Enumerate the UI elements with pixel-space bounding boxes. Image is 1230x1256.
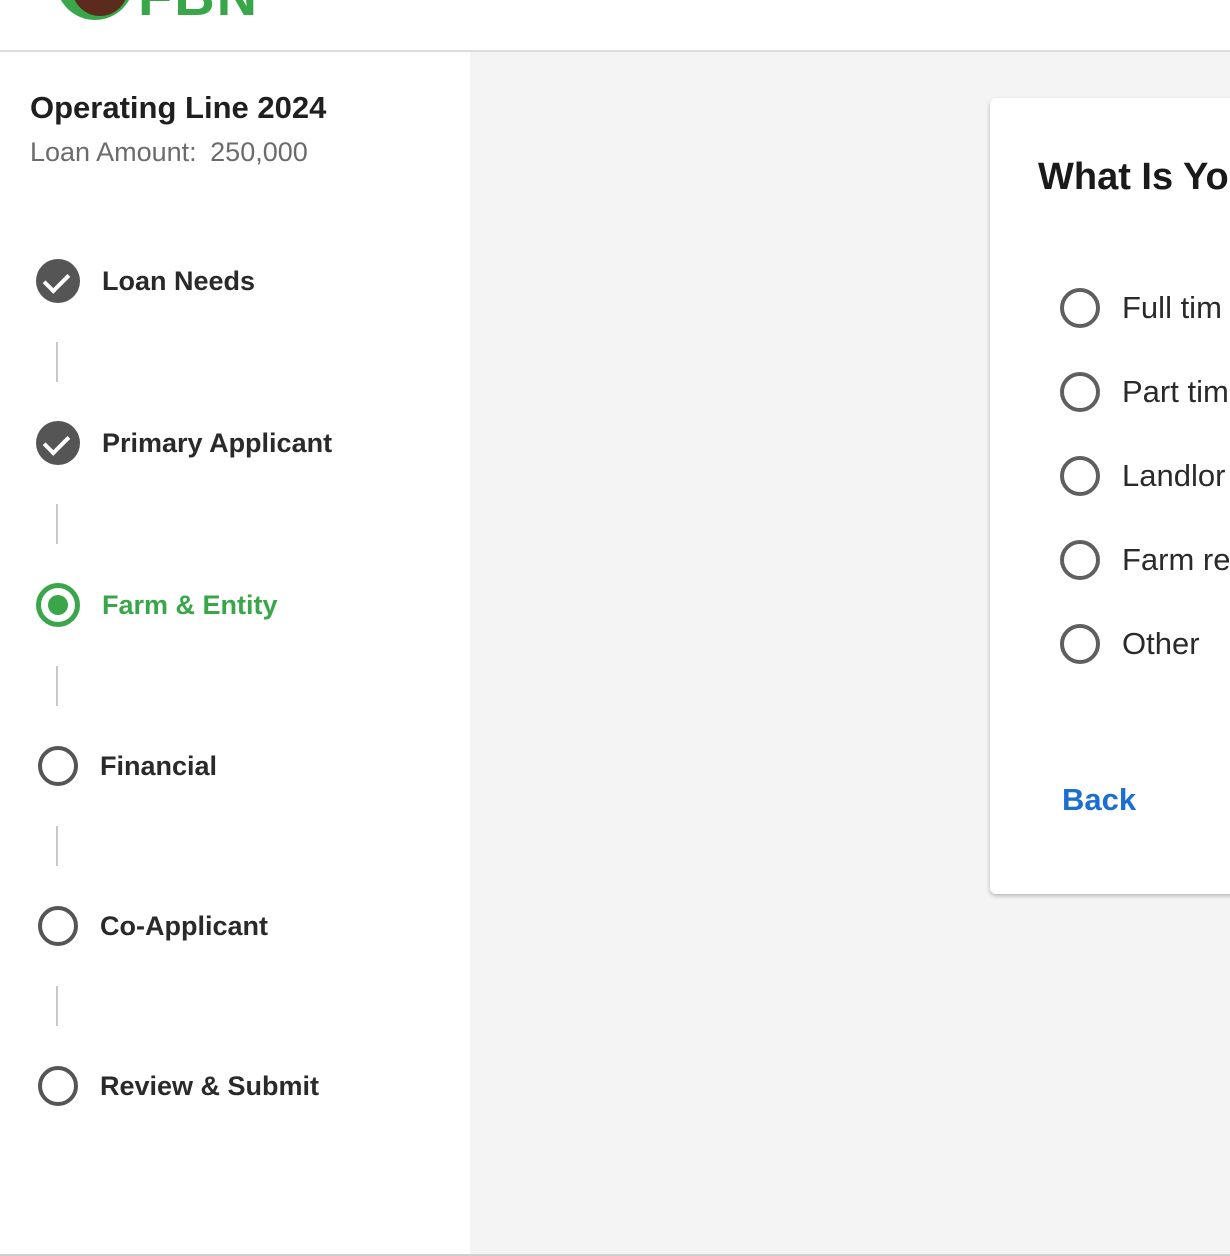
step-review-submit[interactable]: Review & Submit bbox=[36, 1064, 319, 1108]
fbn-logo[interactable]: FBN bbox=[56, 0, 259, 24]
back-button[interactable]: Back bbox=[1062, 782, 1136, 818]
empty-circle-icon bbox=[38, 1066, 78, 1106]
logo-mark-icon bbox=[56, 0, 134, 20]
option-label: Other bbox=[1122, 626, 1200, 661]
step-label: Co-Applicant bbox=[100, 910, 268, 941]
option-farm-re[interactable]: Farm re bbox=[1060, 539, 1230, 581]
step-label: Farm & Entity bbox=[102, 589, 278, 620]
step-connector bbox=[56, 342, 58, 382]
option-other[interactable]: Other bbox=[1060, 623, 1200, 665]
loan-amount-label: Loan Amount: bbox=[30, 137, 197, 167]
step-primary-applicant[interactable]: Primary Applicant bbox=[36, 421, 332, 465]
step-connector bbox=[56, 826, 58, 866]
main-content: What Is Yo Full tim Part tim Landlor Far… bbox=[470, 52, 1230, 1256]
logo-text: FBN bbox=[138, 0, 259, 24]
step-connector bbox=[56, 666, 58, 706]
step-co-applicant[interactable]: Co-Applicant bbox=[36, 904, 268, 948]
empty-circle-icon bbox=[38, 746, 78, 786]
step-label: Primary Applicant bbox=[102, 427, 333, 458]
option-label: Farm re bbox=[1122, 542, 1230, 577]
empty-circle-icon bbox=[38, 906, 78, 946]
radio-button[interactable] bbox=[1060, 456, 1100, 496]
step-label: Loan Needs bbox=[102, 265, 256, 296]
loan-amount-value: 250,000 bbox=[210, 137, 308, 167]
radio-button[interactable] bbox=[1060, 624, 1100, 664]
check-circle-icon bbox=[36, 421, 80, 465]
step-loan-needs[interactable]: Loan Needs bbox=[36, 259, 255, 303]
option-part-time[interactable]: Part tim bbox=[1060, 371, 1229, 413]
option-label: Part tim bbox=[1122, 374, 1229, 409]
question-title: What Is Yo bbox=[1038, 156, 1229, 198]
loan-title: Operating Line 2024 bbox=[30, 90, 327, 125]
step-label: Financial bbox=[100, 750, 218, 781]
radio-button[interactable] bbox=[1060, 372, 1100, 412]
option-label: Landlor bbox=[1122, 458, 1226, 493]
step-connector bbox=[56, 986, 58, 1026]
progress-sidebar: Operating Line 2024 Loan Amount: 250,000… bbox=[0, 52, 470, 1256]
radio-button[interactable] bbox=[1060, 288, 1100, 328]
check-circle-icon bbox=[36, 259, 80, 303]
active-step-icon bbox=[36, 583, 80, 627]
step-farm-entity[interactable]: Farm & Entity bbox=[36, 583, 278, 627]
loan-amount: Loan Amount: 250,000 bbox=[30, 137, 308, 168]
option-label: Full tim bbox=[1122, 290, 1222, 325]
step-connector bbox=[56, 504, 58, 544]
step-label: Review & Submit bbox=[100, 1070, 320, 1101]
option-landlord[interactable]: Landlor bbox=[1060, 455, 1225, 497]
radio-button[interactable] bbox=[1060, 540, 1100, 580]
app-header: FBN bbox=[0, 0, 1230, 52]
step-financial[interactable]: Financial bbox=[36, 744, 217, 788]
option-full-time[interactable]: Full tim bbox=[1060, 287, 1222, 329]
question-card: What Is Yo Full tim Part tim Landlor Far… bbox=[990, 98, 1230, 894]
